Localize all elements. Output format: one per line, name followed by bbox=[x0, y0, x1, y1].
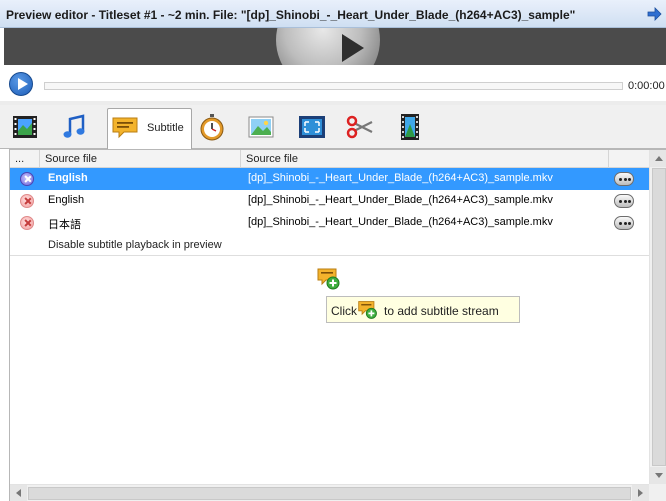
remove-stream-icon[interactable] bbox=[20, 216, 34, 230]
scroll-right-button[interactable] bbox=[632, 485, 649, 501]
stopwatch-icon bbox=[200, 114, 224, 141]
stream-language: English bbox=[48, 194, 85, 206]
vertical-scroll-thumb[interactable] bbox=[652, 168, 666, 466]
add-subtitle-icon[interactable] bbox=[316, 266, 342, 292]
table-row[interactable]: 日本語 [dp]_Shinobi_-_Heart_Under_Blade_(h2… bbox=[10, 212, 649, 234]
subtitle-streams-panel: ... Source file Source file English [dp]… bbox=[9, 149, 666, 501]
scroll-down-button[interactable] bbox=[650, 467, 666, 484]
remove-stream-icon[interactable] bbox=[20, 172, 34, 186]
transport-bar: 0:00:00 bbox=[0, 65, 666, 101]
add-subtitle-tooltip: Click to add subtitle stream bbox=[326, 296, 520, 323]
film-strip-icon bbox=[13, 116, 37, 138]
tab-chapters[interactable] bbox=[193, 108, 231, 146]
remove-stream-icon[interactable] bbox=[20, 194, 34, 208]
film-settings-icon bbox=[401, 114, 419, 140]
scroll-up-button[interactable] bbox=[650, 150, 666, 167]
video-play-glyph bbox=[342, 34, 364, 62]
scrollbar-corner bbox=[649, 484, 666, 501]
stream-source-file: [dp]_Shinobi_-_Heart_Under_Blade_(h264+A… bbox=[248, 216, 553, 228]
preview-editor-window: Preview editor - Titleset #1 - ~2 min. F… bbox=[0, 0, 666, 501]
disable-subtitle-label: Disable subtitle playback in preview bbox=[48, 239, 222, 251]
vertical-scrollbar[interactable] bbox=[649, 150, 666, 484]
scissors-icon bbox=[346, 115, 373, 139]
play-button[interactable] bbox=[9, 72, 33, 96]
tab-audio[interactable] bbox=[55, 108, 93, 146]
tab-subtitle[interactable]: Subtitle bbox=[107, 108, 192, 150]
hint-prefix: Click bbox=[331, 304, 357, 318]
tab-crop[interactable] bbox=[293, 108, 331, 146]
column-header-actions[interactable]: ... bbox=[10, 150, 40, 168]
more-options-button[interactable] bbox=[614, 194, 634, 208]
tab-subtitle-label: Subtitle bbox=[147, 122, 184, 134]
column-header-language[interactable]: Source file bbox=[40, 150, 241, 168]
add-subtitle-icon bbox=[358, 301, 377, 319]
hint-suffix: to add subtitle stream bbox=[384, 304, 499, 318]
music-note-icon bbox=[63, 114, 85, 138]
title-bar: Preview editor - Titleset #1 - ~2 min. F… bbox=[0, 0, 666, 28]
picture-icon bbox=[248, 116, 274, 138]
stream-source-file: [dp]_Shinobi_-_Heart_Under_Blade_(h264+A… bbox=[248, 172, 553, 184]
grid-header: ... Source file Source file bbox=[10, 150, 649, 168]
stream-language: 日本語 bbox=[48, 219, 81, 231]
horizontal-scroll-thumb[interactable] bbox=[28, 487, 631, 500]
horizontal-scrollbar[interactable] bbox=[10, 484, 649, 501]
column-header-source-file[interactable]: Source file bbox=[241, 150, 609, 168]
pin-arrow-icon[interactable] bbox=[646, 6, 662, 22]
tab-transcode[interactable] bbox=[391, 108, 429, 146]
tab-video[interactable] bbox=[6, 108, 44, 146]
stream-source-file: [dp]_Shinobi_-_Heart_Under_Blade_(h264+A… bbox=[248, 194, 553, 206]
window-title: Preview editor - Titleset #1 - ~2 min. F… bbox=[6, 8, 576, 22]
tab-background[interactable] bbox=[242, 108, 280, 146]
table-row[interactable]: English [dp]_Shinobi_-_Heart_Under_Blade… bbox=[10, 190, 649, 212]
more-options-button[interactable] bbox=[614, 216, 634, 230]
crop-frame-icon bbox=[299, 116, 325, 138]
stream-language: English bbox=[48, 172, 88, 184]
seek-slider[interactable] bbox=[44, 82, 623, 90]
table-row[interactable]: English [dp]_Shinobi_-_Heart_Under_Blade… bbox=[10, 168, 649, 190]
tab-strip: Subtitle bbox=[0, 105, 666, 150]
video-disc-graphic bbox=[276, 28, 380, 65]
video-preview[interactable] bbox=[4, 28, 666, 65]
tab-cut[interactable] bbox=[341, 108, 379, 146]
time-display: 0:00:00 bbox=[628, 80, 665, 92]
disable-subtitle-row[interactable]: Disable subtitle playback in preview bbox=[10, 234, 649, 256]
subtitle-bubble-icon bbox=[112, 117, 138, 139]
more-options-button[interactable] bbox=[614, 172, 634, 186]
scroll-left-button[interactable] bbox=[10, 485, 27, 501]
